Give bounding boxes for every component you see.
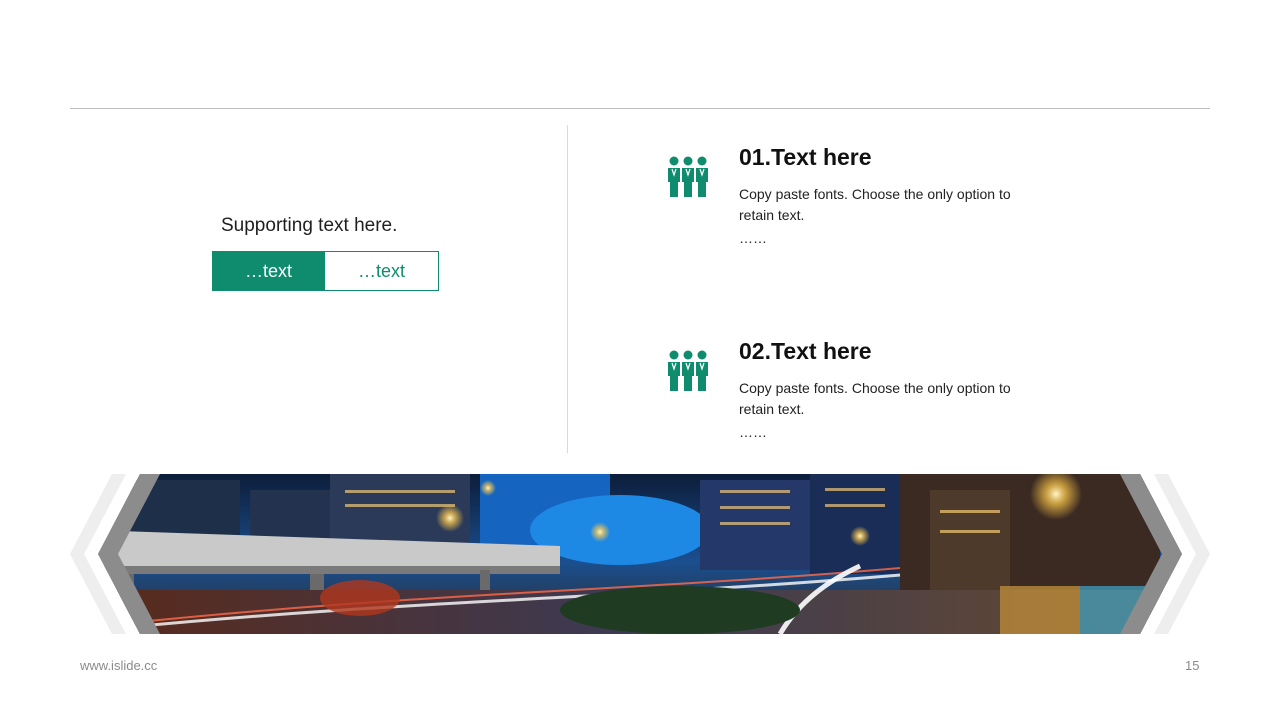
team-people-icon xyxy=(668,350,708,391)
team-people-icon xyxy=(668,156,708,197)
item-ellipsis: …… xyxy=(739,230,767,246)
text-button-secondary[interactable]: …text xyxy=(325,251,439,291)
text-button-primary[interactable]: …text xyxy=(212,251,325,291)
item-title: 02.Text here xyxy=(739,338,872,364)
top-divider xyxy=(70,108,1210,109)
text-button-group: …text …text xyxy=(212,251,439,291)
item-body: Copy paste fonts. Choose the only option… xyxy=(739,186,1011,223)
item-body: Copy paste fonts. Choose the only option… xyxy=(739,380,1011,417)
footer-url[interactable]: www.islide.cc xyxy=(80,658,157,673)
vertical-divider xyxy=(567,125,568,453)
item-title: 01.Text here xyxy=(739,144,872,170)
page-number: 15 xyxy=(1185,658,1200,673)
supporting-text: Supporting text here. xyxy=(221,215,398,236)
city-night-banner-image xyxy=(70,474,1210,634)
item-ellipsis: …… xyxy=(739,424,767,440)
